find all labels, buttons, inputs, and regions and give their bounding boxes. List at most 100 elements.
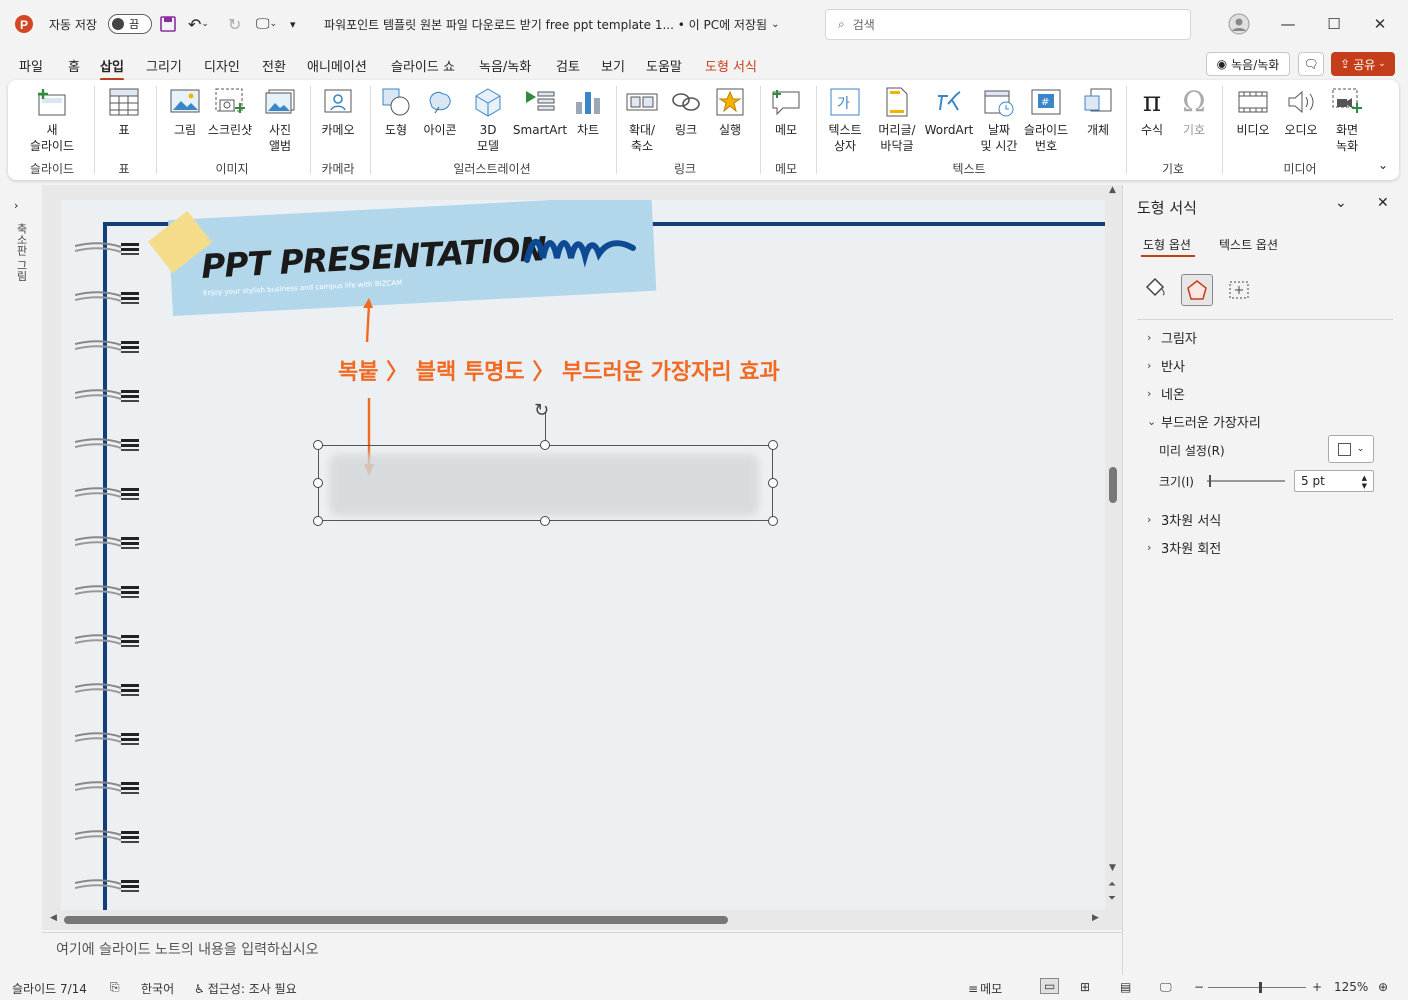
tab-shape-options[interactable]: 도형 옵션 bbox=[1143, 236, 1191, 253]
close-window-icon[interactable]: ✕ bbox=[1357, 0, 1403, 48]
slideshow-view-icon[interactable]: 🖵 bbox=[1160, 980, 1172, 995]
tab-file[interactable]: 파일 bbox=[19, 56, 43, 75]
tab-review[interactable]: 검토 bbox=[556, 56, 580, 75]
scroll-right-icon[interactable]: ▶ bbox=[1092, 913, 1099, 923]
horizontal-scroll-thumb[interactable] bbox=[64, 916, 728, 924]
table-button[interactable]: 표 bbox=[102, 86, 146, 138]
resize-handle[interactable] bbox=[540, 516, 550, 526]
section-3d-rotation[interactable]: › 3차원 회전 bbox=[1147, 538, 1221, 557]
notes-toggle[interactable]: ≡ 메모 bbox=[968, 980, 1002, 997]
tab-view[interactable]: 보기 bbox=[601, 56, 625, 75]
size-spin-icon[interactable]: ▲ ▼ bbox=[1362, 474, 1367, 490]
section-shadow[interactable]: › 그림자 bbox=[1147, 328, 1197, 347]
new-slide-button[interactable]: 새 슬라이드 bbox=[22, 86, 82, 154]
tab-help[interactable]: 도움말 bbox=[646, 56, 682, 75]
minimize-icon[interactable]: — bbox=[1265, 0, 1311, 48]
presenter-icon[interactable]: 🖵 ⌄ bbox=[256, 0, 277, 48]
wordart-button[interactable]: WordArt bbox=[922, 86, 976, 138]
tab-design[interactable]: 디자인 bbox=[204, 56, 240, 75]
slide-number-button[interactable]: # 슬라이드 번호 bbox=[1016, 86, 1076, 154]
zoom-out-icon[interactable]: − bbox=[1194, 980, 1204, 994]
zoom-button[interactable]: 확대/ 축소 bbox=[620, 86, 664, 154]
zoom-in-icon[interactable]: + bbox=[1312, 980, 1322, 994]
comments-button[interactable]: 🗨 bbox=[1298, 52, 1324, 76]
resize-handle[interactable] bbox=[540, 440, 550, 450]
expand-thumbnails-icon[interactable]: › bbox=[14, 199, 18, 212]
resize-handle[interactable] bbox=[313, 440, 323, 450]
horizontal-scrollbar[interactable]: ◀ ▶ bbox=[42, 910, 1105, 930]
zoom-level[interactable]: 125% bbox=[1334, 980, 1368, 994]
screen-recording-button[interactable]: 화면 녹화 bbox=[1324, 86, 1370, 154]
tab-record[interactable]: 녹음/녹화 bbox=[479, 56, 531, 75]
collapse-ribbon-icon[interactable]: ⌄ bbox=[1378, 158, 1388, 172]
record-button[interactable]: ◉ 녹음/녹화 bbox=[1206, 52, 1290, 76]
smartart-button[interactable]: SmartArt bbox=[512, 86, 568, 138]
3d-model-button[interactable]: 3D 모델 bbox=[466, 86, 510, 154]
redo-icon[interactable]: ↻ bbox=[228, 0, 241, 48]
section-reflection[interactable]: › 반사 bbox=[1147, 356, 1185, 375]
resize-handle[interactable] bbox=[768, 516, 778, 526]
accessibility-status[interactable]: ♿ 접근성: 조사 필요 bbox=[194, 980, 297, 997]
size-properties-icon[interactable] bbox=[1227, 277, 1251, 304]
fit-to-window-icon[interactable]: ⊕ bbox=[1378, 980, 1388, 994]
slide-counter[interactable]: 슬라이드 7/14 bbox=[12, 980, 87, 997]
autosave-toggle[interactable]: 끔 bbox=[108, 0, 152, 48]
resize-handle[interactable] bbox=[768, 440, 778, 450]
save-icon[interactable] bbox=[160, 0, 176, 48]
next-slide-icon[interactable]: ⏷ bbox=[1108, 893, 1116, 904]
video-button[interactable]: 비디오 bbox=[1230, 86, 1276, 138]
tab-text-options[interactable]: 텍스트 옵션 bbox=[1219, 236, 1278, 253]
rotate-handle-icon[interactable]: ↻ bbox=[534, 400, 549, 421]
spelling-icon[interactable]: ⎘ bbox=[110, 980, 120, 995]
zoom-slider-thumb[interactable] bbox=[1259, 982, 1262, 993]
comment-button[interactable]: 메모 bbox=[766, 86, 806, 138]
slide-sorter-icon[interactable]: ⊞ bbox=[1080, 980, 1090, 994]
vertical-scroll-thumb[interactable] bbox=[1109, 467, 1117, 503]
tab-draw[interactable]: 그리기 bbox=[146, 56, 182, 75]
selection-frame[interactable] bbox=[318, 445, 773, 521]
document-title[interactable]: 파워포인트 템플릿 원본 파일 다운로드 받기 free ppt templat… bbox=[324, 0, 779, 48]
symbol-button[interactable]: Ω 기호 bbox=[1174, 86, 1214, 138]
tab-animations[interactable]: 애니메이션 bbox=[307, 56, 367, 75]
screenshot-button[interactable]: 스크린샷 bbox=[206, 86, 254, 138]
resize-handle[interactable] bbox=[313, 516, 323, 526]
size-slider[interactable] bbox=[1207, 480, 1285, 482]
fill-line-icon[interactable] bbox=[1143, 275, 1167, 304]
icons-button[interactable]: 아이콘 bbox=[418, 86, 462, 138]
section-glow[interactable]: › 네온 bbox=[1147, 384, 1185, 403]
shapes-button[interactable]: 도형 bbox=[376, 86, 416, 138]
size-slider-thumb[interactable] bbox=[1209, 475, 1211, 487]
share-button[interactable]: ⇪ 공유 ⌄ bbox=[1331, 52, 1395, 76]
picture-button[interactable]: 그림 bbox=[162, 86, 208, 138]
audio-button[interactable]: 오디오 bbox=[1278, 86, 1324, 138]
object-button[interactable]: 개체 bbox=[1078, 86, 1118, 138]
scroll-down-icon[interactable]: ▼ bbox=[1109, 863, 1116, 873]
language-status[interactable]: 한국어 bbox=[141, 980, 174, 997]
resize-handle[interactable] bbox=[313, 478, 323, 488]
pane-options-chevron-icon[interactable]: ⌄ bbox=[1335, 195, 1347, 211]
effects-icon[interactable] bbox=[1181, 274, 1213, 306]
cameo-button[interactable]: 카메오 bbox=[316, 86, 360, 138]
equation-button[interactable]: π 수식 bbox=[1132, 86, 1172, 138]
previous-slide-icon[interactable]: ⏶ bbox=[1108, 879, 1116, 890]
photo-album-button[interactable]: 사진 앨범 bbox=[258, 86, 302, 154]
account-avatar[interactable] bbox=[1228, 0, 1250, 48]
normal-view-icon[interactable]: ▭ bbox=[1040, 978, 1060, 994]
scroll-up-icon[interactable]: ▲ bbox=[1109, 185, 1116, 195]
resize-handle[interactable] bbox=[768, 478, 778, 488]
vertical-scrollbar[interactable]: ▲ ▼ ⏶ ⏷ bbox=[1105, 185, 1122, 910]
tab-shape-format[interactable]: 도형 서식 bbox=[705, 56, 757, 75]
header-footer-button[interactable]: 머리글/ 바닥글 bbox=[870, 86, 924, 154]
size-input[interactable]: 5 pt ▲ ▼ bbox=[1294, 470, 1374, 492]
pane-close-icon[interactable]: ✕ bbox=[1377, 195, 1389, 211]
notes-pane[interactable]: 여기에 슬라이드 노트의 내용을 입력하십시오 bbox=[42, 932, 1122, 974]
search-box[interactable]: ⌕ 검색 bbox=[825, 9, 1191, 40]
textbox-button[interactable]: 가 텍스트 상자 bbox=[820, 86, 870, 154]
undo-icon[interactable]: ↶ ⌄ bbox=[188, 0, 209, 48]
zoom-slider[interactable] bbox=[1208, 987, 1306, 988]
tab-insert[interactable]: 삽입 bbox=[100, 56, 124, 81]
section-3d-format[interactable]: › 3차원 서식 bbox=[1147, 510, 1221, 529]
chart-button[interactable]: 차트 bbox=[568, 86, 608, 138]
tab-home[interactable]: 홈 bbox=[68, 56, 80, 75]
thumbnail-strip-collapsed[interactable]: › 축소판 그림 bbox=[0, 185, 42, 975]
